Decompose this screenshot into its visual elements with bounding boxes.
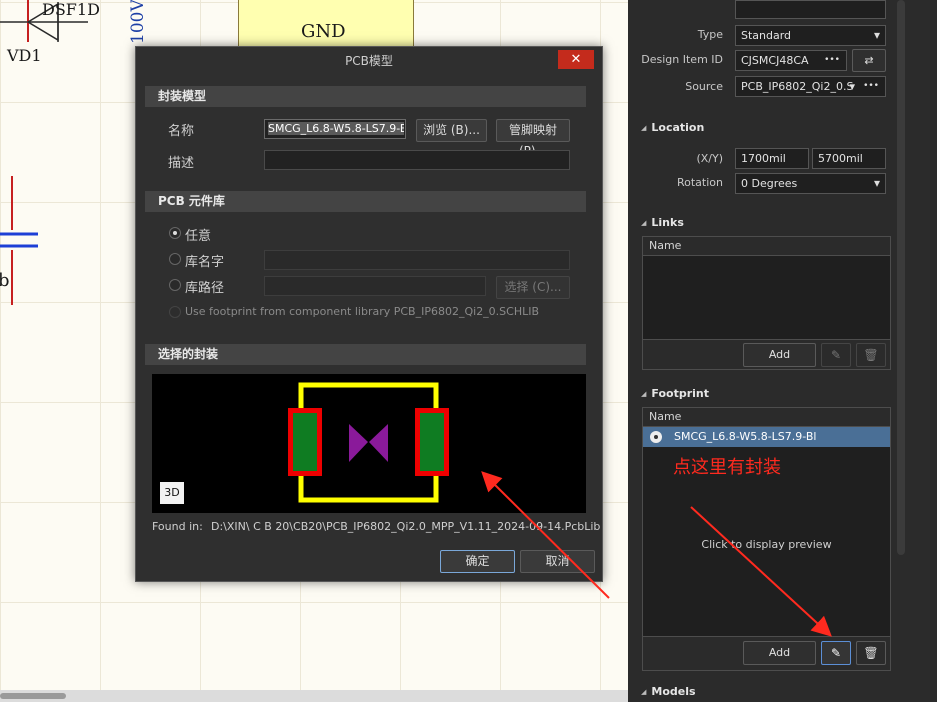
type-value: Standard: [741, 29, 792, 42]
name-label: 名称: [168, 124, 195, 139]
models-header-label: Models: [651, 685, 696, 698]
description-input[interactable]: [264, 150, 570, 170]
footprint-list[interactable]: Name SMCG_L6.8-W5.8-LS7.9-Bl Click to di…: [642, 407, 891, 637]
ok-button[interactable]: 确定: [440, 550, 515, 573]
source-chevron-icon[interactable]: ▾: [849, 77, 855, 96]
footprint-header-label: Footprint: [651, 387, 709, 400]
links-header-label: Links: [651, 216, 684, 229]
source-value: PCB_IP6802_Qi2_0.S: [741, 80, 854, 93]
browse-button[interactable]: 浏览 (B)...: [416, 119, 487, 142]
design-item-value: CJSMCJ48CA: [741, 54, 809, 67]
location-header-label: Location: [651, 121, 705, 134]
radio-any[interactable]: [169, 227, 181, 239]
horizontal-scrollbar[interactable]: [0, 690, 628, 702]
found-in-path: D:\XIN\ C B 20\CB20\PCB_IP6802_Qi2.0_MPP…: [211, 520, 601, 533]
source-dropdown[interactable]: PCB_IP6802_Qi2_0.S ▾ •••: [735, 76, 886, 97]
links-add-button[interactable]: Add: [743, 343, 816, 367]
use-component-library-checkbox[interactable]: [169, 306, 181, 318]
models-section-header[interactable]: ◢ Models: [641, 685, 696, 698]
3d-button[interactable]: 3D: [160, 482, 184, 504]
collapse-triangle-icon: ◢: [641, 688, 647, 696]
collapse-triangle-icon: ◢: [641, 390, 647, 398]
type-label: Type: [697, 28, 723, 41]
rotation-label: Rotation: [676, 176, 723, 189]
choose-button[interactable]: 选择 (C)...: [496, 276, 570, 299]
design-item-label: Design Item ID: [641, 53, 723, 66]
description-label: 描述: [168, 156, 195, 171]
pin-map-button[interactable]: 管脚映射 (P)...: [496, 119, 570, 158]
rotation-value: 0 Degrees: [741, 177, 798, 190]
links-column-header: Name: [643, 237, 890, 256]
x-input[interactable]: 1700mil: [735, 148, 809, 169]
footprint-section-header[interactable]: ◢ Footprint: [641, 387, 709, 400]
swap-icon[interactable]: ⇄: [852, 49, 886, 72]
footprint-row[interactable]: SMCG_L6.8-W5.8-LS7.9-Bl: [643, 427, 890, 447]
close-icon[interactable]: ✕: [558, 50, 594, 69]
trash-icon[interactable]: 🗑: [856, 641, 886, 665]
footprint-radio-dot: [654, 435, 658, 439]
location-section-header[interactable]: ◢ Location: [641, 121, 704, 134]
y-input[interactable]: 5700mil: [812, 148, 886, 169]
design-item-more-icon[interactable]: •••: [824, 51, 840, 70]
footprint-preview-text[interactable]: Click to display preview: [643, 538, 890, 551]
footprint-name-input[interactable]: SMCG_L6.8-W5.8-LS7.9-Bl: [264, 119, 406, 139]
annotation-text: 点这里有封装: [673, 457, 781, 478]
diode-designator-label: VD1: [7, 46, 42, 65]
library-path-input[interactable]: [264, 276, 486, 296]
radio-library-name-label: 库名字: [185, 255, 225, 270]
radio-library-name[interactable]: [169, 253, 181, 265]
svg-text:b: b: [0, 270, 10, 291]
footprint-name-value: SMCG_L6.8-W5.8-LS7.9-Bl: [268, 122, 404, 135]
source-more-icon[interactable]: •••: [863, 77, 879, 96]
use-footprint-text: Use footprint from component library PCB…: [185, 305, 540, 318]
source-label: Source: [685, 80, 723, 93]
footprint-add-button[interactable]: Add: [743, 641, 816, 665]
radio-library-path-label: 库路径: [185, 281, 225, 296]
footprint-column-header: Name: [643, 408, 890, 427]
links-list[interactable]: Name: [642, 236, 891, 340]
type-dropdown[interactable]: Standard: [735, 25, 886, 46]
gnd-net-box[interactable]: GND: [238, 0, 414, 48]
pcb-library-section-header: PCB 元件库: [145, 191, 586, 212]
top-field[interactable]: [735, 0, 886, 19]
footprint-preview[interactable]: 3D: [152, 374, 586, 513]
footprint-graphic: [288, 382, 449, 503]
footprint-model-section-header: 封装模型: [145, 86, 586, 107]
xy-label: (X/Y): [696, 152, 723, 165]
radio-any-label: 任意: [185, 229, 212, 244]
trash-icon[interactable]: 🗑: [856, 343, 886, 367]
library-name-input[interactable]: [264, 250, 570, 270]
rotation-dropdown[interactable]: 0 Degrees: [735, 173, 886, 194]
pcb-model-dialog: PCB模型 ✕ 封装模型 名称 SMCG_L6.8-W5.8-LS7.9-Bl …: [135, 46, 603, 582]
scrollbar-thumb[interactable]: [0, 693, 66, 699]
pencil-icon[interactable]: ✎: [821, 641, 851, 665]
selected-footprint-section-header: 选择的封装: [145, 344, 586, 365]
cancel-button[interactable]: 取消: [520, 550, 595, 573]
panel-vertical-scrollbar[interactable]: [897, 0, 905, 555]
radio-library-path[interactable]: [169, 279, 181, 291]
footprint-item-name: SMCG_L6.8-W5.8-LS7.9-Bl: [674, 430, 817, 443]
pencil-icon[interactable]: ✎: [821, 343, 851, 367]
dialog-title: PCB模型: [345, 54, 393, 68]
collapse-triangle-icon: ◢: [641, 219, 647, 227]
found-in-label: Found in:: [152, 520, 203, 533]
gnd-label: GND: [301, 21, 346, 42]
voltage-rating-label: 100V: [128, 0, 148, 44]
collapse-triangle-icon: ◢: [641, 124, 647, 132]
links-section-header[interactable]: ◢ Links: [641, 216, 684, 229]
diode-value-label: DSF1D: [42, 0, 100, 19]
design-item-input[interactable]: CJSMCJ48CA •••: [735, 50, 847, 71]
